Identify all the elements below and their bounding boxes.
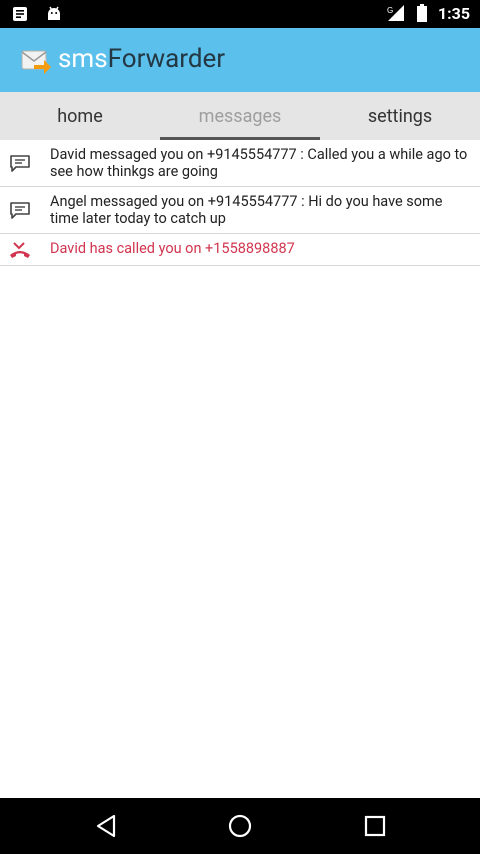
tab-settings[interactable]: settings: [320, 92, 480, 140]
message-list: David messaged you on +9145554777 : Call…: [0, 140, 480, 266]
message-text: Angel messaged you on +9145554777 : Hi d…: [50, 193, 443, 227]
tab-home[interactable]: home: [0, 92, 160, 140]
mail-forward-icon: [20, 45, 52, 77]
back-icon[interactable]: [92, 812, 120, 840]
message-text: David messaged you on +9145554777 : Call…: [50, 146, 468, 180]
call-text: David has called you on +1558898887: [50, 240, 295, 257]
navigation-bar: [0, 798, 480, 854]
action-bar: smsForwarder: [0, 28, 480, 92]
svg-text:G: G: [387, 6, 393, 15]
recents-icon[interactable]: [361, 812, 389, 840]
app-title: smsForwarder: [58, 44, 226, 74]
notes-icon: [10, 4, 30, 24]
tab-bar: home messages settings: [0, 92, 480, 140]
clock: 1:35: [437, 3, 470, 23]
signal-icon: G: [386, 3, 406, 23]
list-item[interactable]: David messaged you on +9145554777 : Call…: [0, 140, 480, 187]
chat-icon: [8, 198, 32, 222]
home-icon[interactable]: [226, 812, 254, 840]
chat-icon: [8, 151, 32, 175]
missed-call-icon: [8, 238, 32, 262]
battery-icon: [412, 3, 432, 23]
list-item[interactable]: David has called you on +1558898887: [0, 234, 480, 266]
android-icon: [44, 4, 64, 24]
tab-messages[interactable]: messages: [160, 92, 320, 140]
status-bar: G 1:35: [0, 0, 480, 28]
list-item[interactable]: Angel messaged you on +9145554777 : Hi d…: [0, 187, 480, 234]
